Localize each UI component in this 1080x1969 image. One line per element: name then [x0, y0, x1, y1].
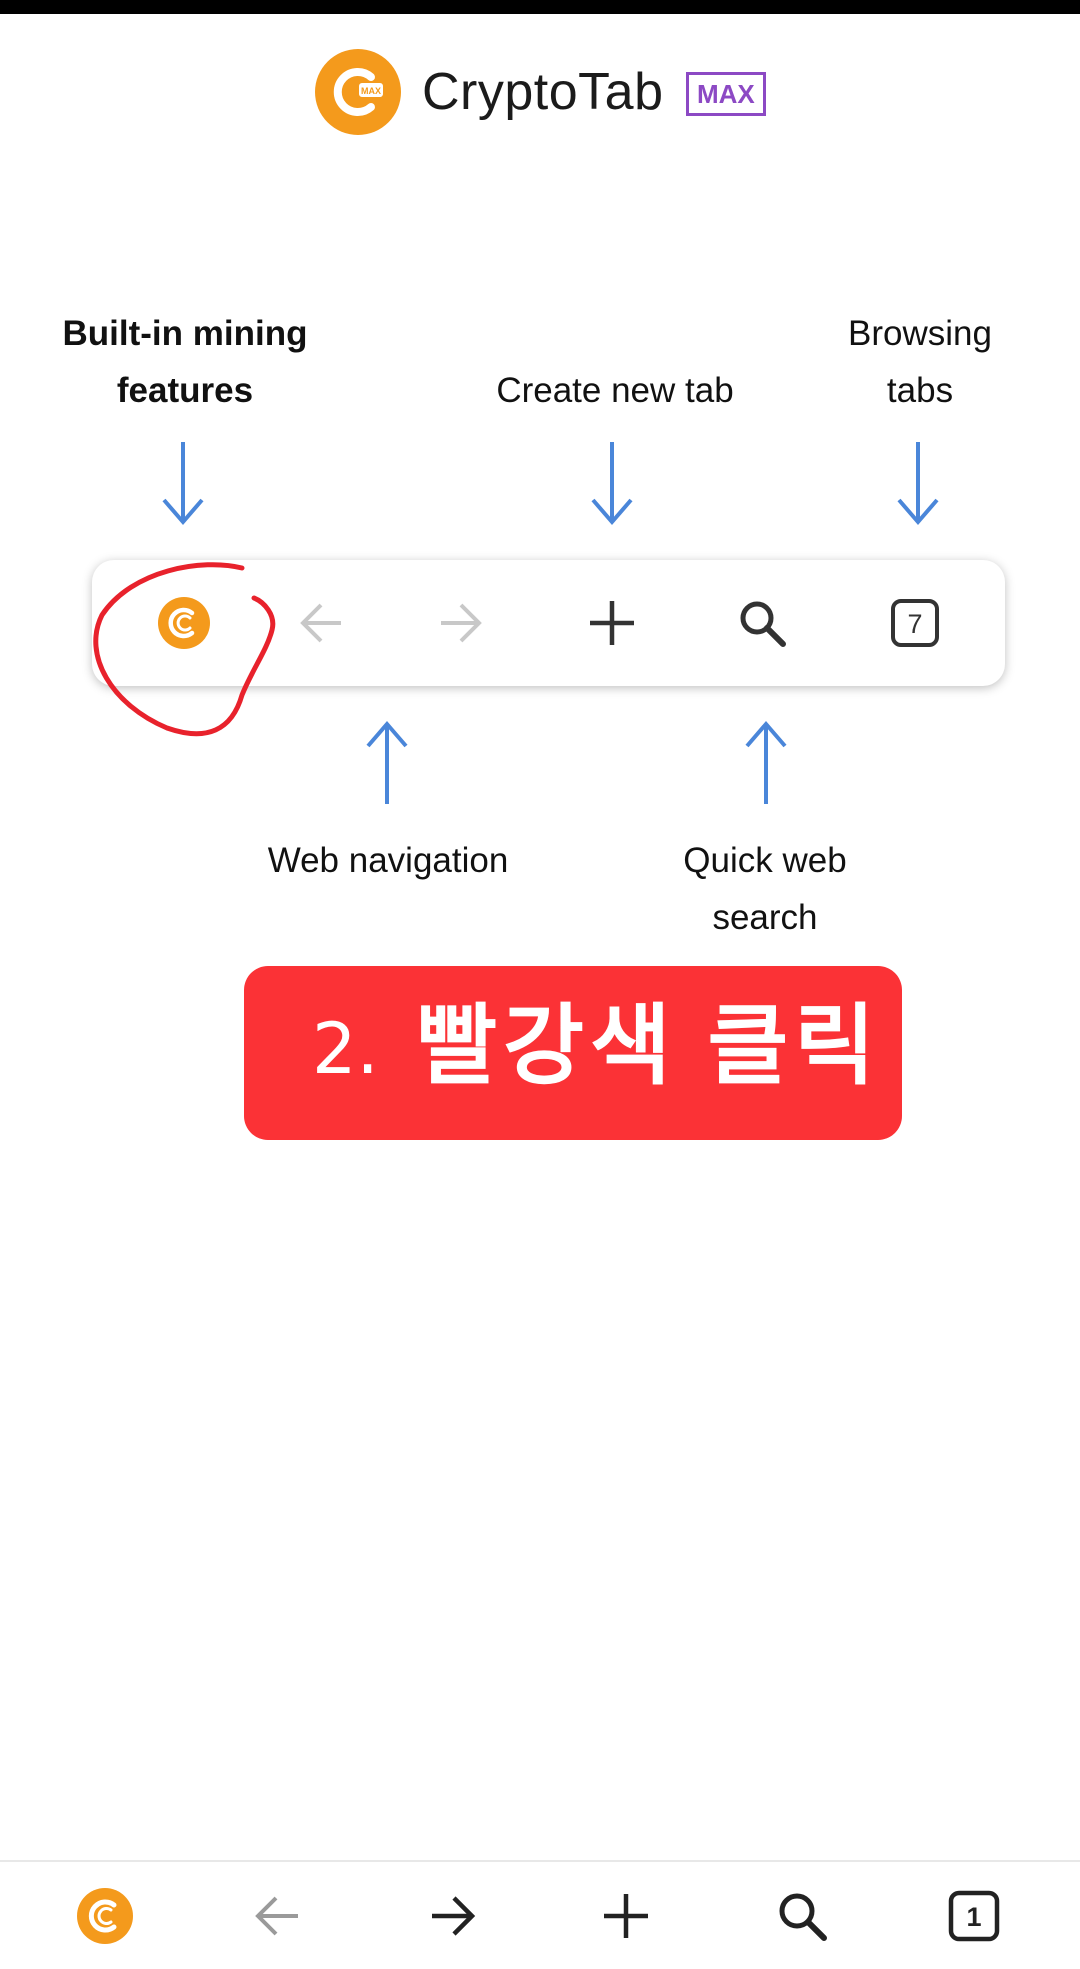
cryptotab-logo-icon [77, 1888, 133, 1944]
label-browsing-tabs: Browsing tabs [810, 305, 1030, 419]
toolbar-forward-button[interactable] [430, 593, 490, 653]
label-browsing-line1: Browsing [848, 314, 992, 353]
down-arrow-icon [591, 442, 633, 526]
nav-back-button[interactable] [246, 1884, 310, 1948]
bottom-navigation-bar: 1 [0, 1860, 1080, 1969]
label-mining-line2: features [116, 371, 254, 410]
status-bar [0, 0, 1080, 14]
nav-tabs-button[interactable]: 1 [942, 1884, 1006, 1948]
forward-arrow-icon [432, 1896, 476, 1936]
tabs-counter-icon: 7 [891, 599, 939, 647]
plus-icon [604, 1894, 648, 1938]
nav-search-button[interactable] [770, 1884, 834, 1948]
brand-name: CryptoTab [422, 63, 664, 121]
instruction-callout: 2. 빨강색 클릭 [244, 966, 902, 1140]
label-mining: Built-in mining features [40, 305, 330, 419]
up-arrow-icon [366, 720, 408, 804]
toolbar-tabs-button[interactable]: 7 [885, 593, 945, 653]
cryptotab-logo-icon: MAX [315, 49, 401, 135]
nav-forward-button[interactable] [420, 1884, 484, 1948]
plus-icon [590, 601, 634, 645]
label-browsing-line2: tabs [886, 371, 954, 410]
search-icon [740, 601, 786, 647]
red-circle-annotation [93, 562, 276, 737]
up-arrow-icon [745, 720, 787, 804]
label-quick-search-line2: search [712, 898, 818, 937]
search-icon [779, 1893, 827, 1941]
nav-mining-button[interactable] [73, 1884, 137, 1948]
back-arrow-icon [255, 1896, 298, 1936]
toolbar-new-tab-button[interactable] [582, 593, 642, 653]
forward-arrow-icon [441, 603, 482, 643]
brand-badge: MAX [686, 72, 766, 116]
tabs-counter-icon: 1 [948, 1890, 1000, 1942]
callout-number: 2. [312, 1008, 379, 1090]
svg-text:MAX: MAX [361, 86, 381, 96]
label-quick-search: Quick web search [640, 832, 890, 946]
tab-count: 1 [966, 1902, 981, 1932]
label-web-navigation: Web navigation [267, 841, 509, 880]
label-new-tab: Create new tab [496, 371, 734, 410]
nav-new-tab-button[interactable] [594, 1884, 658, 1948]
down-arrow-icon [162, 442, 204, 526]
label-mining-line1: Built-in mining [62, 314, 308, 353]
label-quick-search-line1: Quick web [683, 841, 847, 880]
callout-text: 빨강색 클릭 [416, 996, 882, 1095]
toolbar-search-button[interactable] [732, 593, 792, 653]
down-arrow-icon [897, 442, 939, 526]
tab-count: 7 [907, 609, 922, 639]
app-header: MAX CryptoTab MAX [0, 44, 1080, 144]
